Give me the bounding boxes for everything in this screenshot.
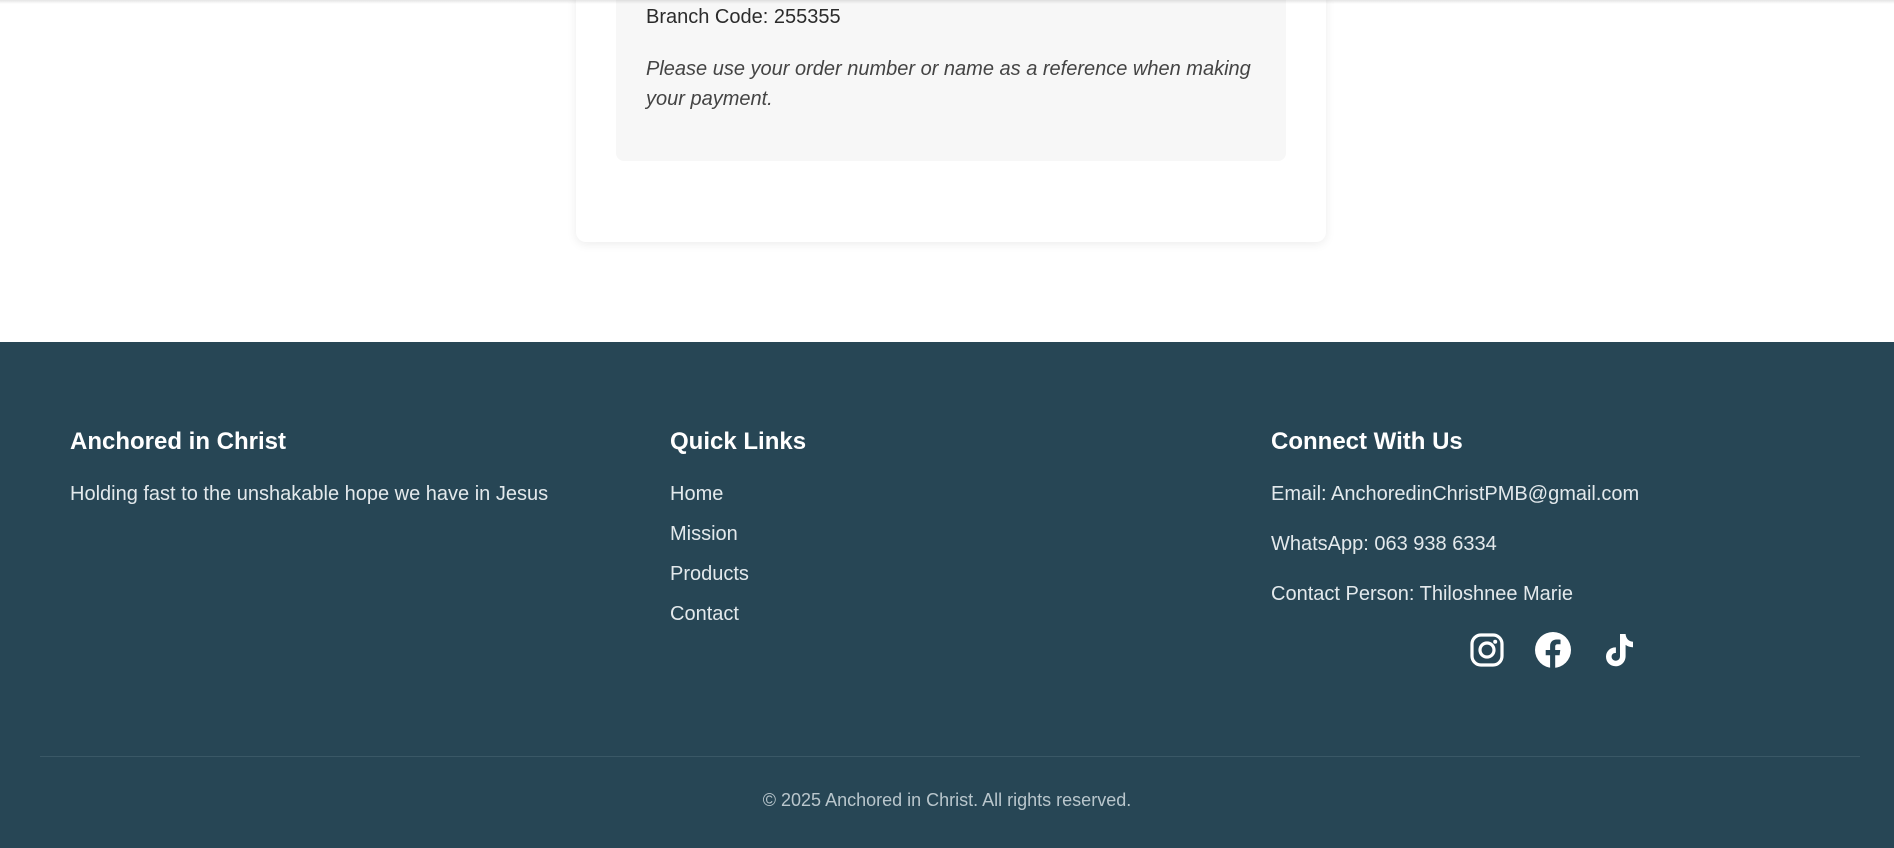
footer-quick-links-column: Quick Links Home Mission Products Contac… (670, 428, 807, 625)
copyright-text: © 2025 Anchored in Christ. All rights re… (762, 790, 1132, 810)
facebook-icon[interactable] (1534, 631, 1572, 669)
footer-connect-column: Connect With Us Email: AnchoredinChristP… (1271, 428, 1639, 669)
footer-link-home[interactable]: Home (670, 483, 749, 523)
contact-whatsapp[interactable]: WhatsApp: 063 938 6334 (1271, 533, 1497, 556)
quick-links-list: Home Mission Products Contact (670, 483, 749, 643)
branch-code: Branch Code: 255355 (646, 6, 841, 28)
header-shadow (0, 0, 1894, 4)
footer-tagline: Holding fast to the unshakable hope we h… (70, 483, 549, 505)
instagram-icon[interactable] (1468, 631, 1506, 669)
footer-divider (40, 756, 1860, 757)
footer-brand-column: Anchored in Christ Holding fast to the u… (70, 428, 548, 505)
footer-link-mission[interactable]: Mission (670, 523, 749, 563)
quick-links-title: Quick Links (670, 428, 807, 455)
payment-details-card: Branch Code: 255355 Please use your orde… (576, 0, 1326, 242)
connect-title: Connect With Us (1271, 428, 1463, 455)
contact-email[interactable]: Email: AnchoredinChristPMB@gmail.com (1271, 483, 1639, 506)
footer-link-contact[interactable]: Contact (670, 603, 749, 643)
social-links (1468, 631, 1648, 671)
bank-details-box: Branch Code: 255355 Please use your orde… (616, 0, 1286, 161)
contact-person: Contact Person: Thiloshnee Marie (1271, 583, 1574, 605)
site-footer: Anchored in Christ Holding fast to the u… (0, 342, 1894, 848)
footer-brand-title: Anchored in Christ (70, 428, 287, 455)
payment-reference-note: Please use your order number or name as … (646, 58, 1251, 110)
tiktok-icon[interactable] (1600, 631, 1638, 669)
footer-link-products[interactable]: Products (670, 563, 749, 603)
